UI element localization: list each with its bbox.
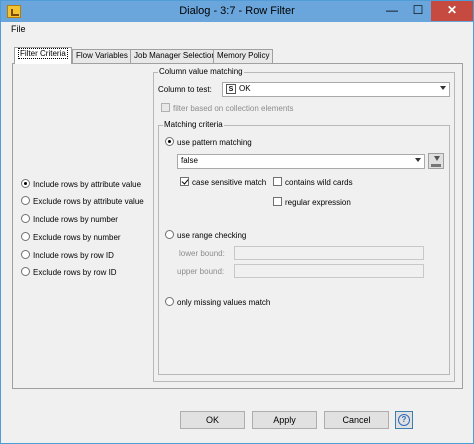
upper-bound-label: upper bound: bbox=[177, 267, 225, 276]
checkbox-label: contains wild cards bbox=[285, 178, 353, 187]
regex-checkbox[interactable]: regular expression bbox=[273, 197, 351, 207]
radio-include-attribute[interactable]: Include rows by attribute value bbox=[21, 179, 141, 191]
radio-button[interactable] bbox=[21, 179, 30, 188]
checkbox-label: case sensitive match bbox=[192, 178, 267, 187]
title-bar[interactable]: Dialog - 3:7 - Row Filter — ☐ ✕ bbox=[1, 1, 473, 22]
checkbox-label: regular expression bbox=[285, 198, 351, 207]
radio-button[interactable] bbox=[21, 214, 30, 223]
radio-exclude-attribute[interactable]: Exclude rows by attribute value bbox=[21, 196, 144, 208]
radio-include-rowid[interactable]: Include rows by row ID bbox=[21, 250, 114, 262]
column-select-value: OK bbox=[239, 84, 251, 93]
radio-include-number[interactable]: Include rows by number bbox=[21, 214, 118, 226]
help-icon: ? bbox=[398, 414, 410, 426]
radio-button[interactable] bbox=[21, 196, 30, 205]
radio-use-range-checking[interactable]: use range checking bbox=[165, 230, 246, 240]
tab-filter-criteria[interactable]: Filter Criteria bbox=[14, 47, 72, 64]
minimize-button[interactable]: — bbox=[379, 1, 405, 21]
radio-button[interactable] bbox=[21, 267, 30, 276]
pattern-combo[interactable]: false bbox=[177, 154, 425, 169]
radio-button[interactable] bbox=[21, 232, 30, 241]
radio-button[interactable] bbox=[165, 137, 174, 146]
radio-label: use pattern matching bbox=[177, 138, 252, 147]
radio-label: use range checking bbox=[177, 231, 247, 240]
tab-label: Memory Policy bbox=[217, 51, 270, 60]
string-type-icon: S bbox=[226, 84, 236, 94]
close-button[interactable]: ✕ bbox=[431, 1, 473, 21]
menu-file[interactable]: File bbox=[11, 24, 26, 34]
radio-label: Include rows by attribute value bbox=[33, 180, 142, 189]
checkbox[interactable] bbox=[273, 197, 282, 206]
help-button[interactable]: ? bbox=[395, 411, 413, 429]
tab-label: Job Manager Selection bbox=[134, 51, 216, 60]
radio-missing-values[interactable]: only missing values match bbox=[165, 297, 270, 307]
checkbox[interactable] bbox=[273, 177, 282, 186]
radio-exclude-number[interactable]: Exclude rows by number bbox=[21, 232, 121, 244]
column-to-test-label: Column to test: bbox=[158, 85, 212, 94]
lower-bound-label: lower bound: bbox=[179, 249, 225, 258]
cancel-button[interactable]: Cancel bbox=[324, 411, 389, 429]
upper-bound-input[interactable] bbox=[234, 264, 424, 278]
radio-label: Include rows by row ID bbox=[33, 251, 114, 260]
radio-button[interactable] bbox=[165, 297, 174, 306]
radio-label: Exclude rows by row ID bbox=[33, 268, 117, 277]
collection-filter-checkbox[interactable]: filter based on collection elements bbox=[161, 103, 294, 113]
tab-flow-variables[interactable]: Flow Variables bbox=[72, 49, 132, 63]
group-title: Column value matching bbox=[158, 67, 244, 76]
case-sensitive-checkbox[interactable]: case sensitive match bbox=[180, 177, 266, 187]
checkbox-label: filter based on collection elements bbox=[173, 104, 294, 113]
apply-button[interactable]: Apply bbox=[252, 411, 317, 429]
radio-label: Exclude rows by number bbox=[33, 233, 121, 242]
tab-job-manager-selection[interactable]: Job Manager Selection bbox=[130, 49, 220, 63]
radio-exclude-rowid[interactable]: Exclude rows by row ID bbox=[21, 267, 117, 279]
ok-button[interactable]: OK bbox=[180, 411, 245, 429]
wildcards-checkbox[interactable]: contains wild cards bbox=[273, 177, 353, 187]
tab-memory-policy[interactable]: Memory Policy bbox=[213, 49, 274, 63]
row-filter-dialog: Dialog - 3:7 - Row Filter — ☐ ✕ File Fil… bbox=[0, 0, 474, 444]
radio-button[interactable] bbox=[21, 250, 30, 259]
radio-label: only missing values match bbox=[177, 298, 271, 307]
column-select[interactable]: S OK bbox=[222, 82, 450, 97]
radio-button[interactable] bbox=[165, 230, 174, 239]
maximize-button[interactable]: ☐ bbox=[405, 1, 431, 21]
radio-label: Exclude rows by attribute value bbox=[33, 197, 144, 206]
lower-bound-input[interactable] bbox=[234, 246, 424, 260]
pattern-combo-value: false bbox=[181, 156, 198, 165]
radio-label: Include rows by number bbox=[33, 215, 118, 224]
tab-label: Flow Variables bbox=[76, 51, 128, 60]
chevron-down-icon bbox=[440, 86, 446, 90]
checkbox[interactable] bbox=[180, 177, 189, 186]
variable-settings-button[interactable] bbox=[428, 153, 444, 169]
chevron-down-icon bbox=[415, 158, 421, 162]
menu-bar: File bbox=[1, 22, 473, 38]
checkbox[interactable] bbox=[161, 103, 170, 112]
tab-label: Filter Criteria bbox=[18, 48, 68, 59]
group-title: Matching criteria bbox=[163, 120, 224, 129]
radio-use-pattern-matching[interactable]: use pattern matching bbox=[165, 137, 252, 147]
